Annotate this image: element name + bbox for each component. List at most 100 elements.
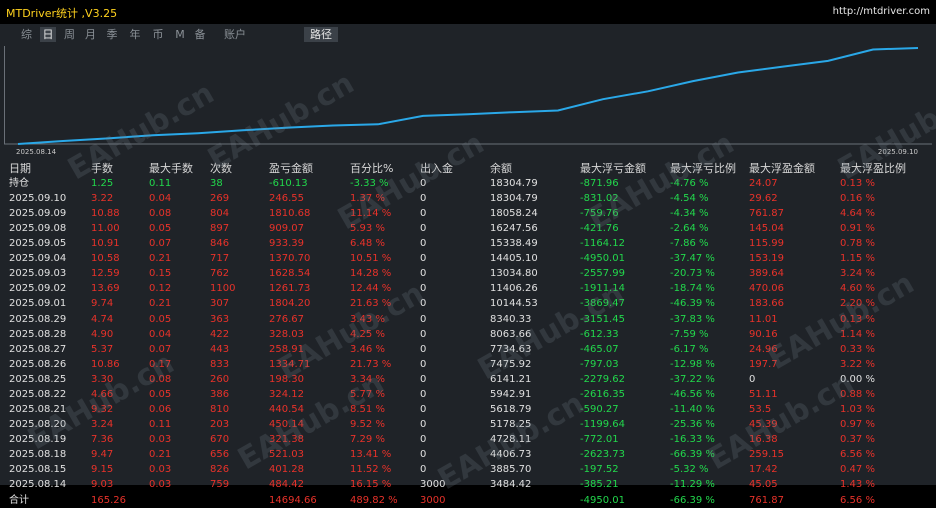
cell-max-float-loss: 最大浮亏金额 bbox=[580, 162, 646, 175]
cell-lots: 4.66 bbox=[91, 388, 114, 400]
cell-pct: 21.63 % bbox=[350, 298, 392, 310]
cell-max-lots: 0.03 bbox=[149, 434, 172, 446]
cell-balance: 6141.21 bbox=[490, 373, 532, 385]
cell-max-lots: 0.03 bbox=[149, 464, 172, 476]
cell-lots: 手数 bbox=[91, 162, 113, 175]
tab-10[interactable]: 路径 bbox=[304, 27, 338, 42]
table-row-total: 合计 165.26 14694.66 489.82 % 3000 -4950.01 -66.… bbox=[0, 493, 936, 508]
cell-cashflow: 0 bbox=[420, 223, 427, 235]
cell-lots: 9.74 bbox=[91, 298, 114, 310]
tab-6[interactable]: 币 bbox=[150, 27, 166, 42]
table-row: 2025.09.02 13.69 0.12 1100 1261.73 12.44 % 0 11… bbox=[0, 281, 936, 296]
table-row: 2025.09.05 10.91 0.07 846 933.39 6.48 % 0 15338… bbox=[0, 236, 936, 251]
table-row: 2025.08.19 7.36 0.03 670 321.38 7.29 % 0 4728.1… bbox=[0, 432, 936, 447]
cell-cashflow: 3000 bbox=[420, 495, 446, 506]
cell-max-float-loss: -3151.45 bbox=[580, 313, 625, 325]
cell-max-float-loss: -831.02 bbox=[580, 193, 619, 204]
cell-max-float-profit: 17.42 bbox=[749, 464, 778, 476]
cell-max-float-loss: -2557.99 bbox=[580, 268, 625, 280]
cell-lots: 13.69 bbox=[91, 283, 120, 295]
table-row: 2025.09.10 3.22 0.04 269 246.55 1.37 % 0 18304.… bbox=[0, 191, 936, 206]
table-row: 2025.08.15 9.15 0.03 826 401.28 11.52 % 0 3885.… bbox=[0, 462, 936, 477]
cell-balance: 3885.70 bbox=[490, 464, 532, 476]
cell-max-float-profit: 24.96 bbox=[749, 343, 778, 355]
cell-balance: 4728.11 bbox=[490, 434, 532, 446]
cell-pct: 4.25 % bbox=[350, 328, 385, 340]
cell-pnl: 258.91 bbox=[269, 343, 304, 355]
cell-trades: 670 bbox=[210, 434, 230, 446]
cell-max-float-loss: -421.76 bbox=[580, 223, 619, 235]
cell-trades: 38 bbox=[210, 178, 223, 189]
cell-date: 2025.08.21 bbox=[9, 403, 67, 415]
cell-max-float-profit-pct: 0.13 % bbox=[840, 313, 875, 325]
cell-pnl: 246.55 bbox=[269, 193, 304, 204]
cell-pct: 6.48 % bbox=[350, 238, 385, 250]
cell-max-lots: 0.06 bbox=[149, 403, 172, 415]
cell-date: 2025.08.19 bbox=[9, 434, 67, 446]
cell-pnl: 933.39 bbox=[269, 238, 304, 250]
cell-max-float-profit-pct: 0.13 % bbox=[840, 178, 875, 189]
tab-3[interactable]: 月 bbox=[83, 27, 98, 42]
cell-max-float-profit-pct: 1.03 % bbox=[840, 403, 875, 415]
cell-max-float-profit-pct: 0.00 % bbox=[840, 373, 875, 385]
cell-max-float-loss-pct: -5.32 % bbox=[670, 464, 709, 476]
cell-balance: 13034.80 bbox=[490, 268, 538, 280]
cell-trades: 260 bbox=[210, 373, 230, 385]
cell-pnl: -610.13 bbox=[269, 178, 308, 189]
cell-max-float-loss-pct: -7.86 % bbox=[670, 238, 709, 250]
cell-pct: 3.46 % bbox=[350, 343, 385, 355]
cell-balance: 16247.56 bbox=[490, 223, 538, 235]
table-row: 2025.08.18 9.47 0.21 656 521.03 13.41 % 0 4406.… bbox=[0, 447, 936, 462]
tab-5[interactable]: 年 bbox=[127, 27, 143, 42]
tab-0[interactable]: 综 bbox=[19, 27, 34, 42]
cell-max-float-profit: 761.87 bbox=[749, 208, 784, 220]
tab-1[interactable]: 日 bbox=[40, 27, 56, 42]
cell-max-float-profit-pct: 2.20 % bbox=[840, 298, 875, 310]
cell-max-float-loss-pct: -2.64 % bbox=[670, 223, 709, 235]
cell-pct: 3.34 % bbox=[350, 373, 385, 385]
cell-date: 2025.09.08 bbox=[9, 223, 67, 235]
cell-pnl: 1628.54 bbox=[269, 268, 311, 280]
cell-max-float-profit: 11.01 bbox=[749, 313, 778, 325]
cell-max-float-profit: 29.62 bbox=[749, 193, 778, 204]
cell-balance: 5618.79 bbox=[490, 403, 532, 415]
cell-max-float-loss: -465.07 bbox=[580, 343, 619, 355]
tab-7[interactable]: M bbox=[173, 27, 187, 42]
cell-trades: 1100 bbox=[210, 283, 236, 295]
cell-max-float-profit: 最大浮盈金额 bbox=[749, 162, 815, 175]
tab-4[interactable]: 季 bbox=[104, 27, 120, 42]
cell-max-lots: 0.12 bbox=[149, 283, 172, 295]
cell-date: 2025.08.28 bbox=[9, 328, 67, 340]
cell-balance: 11406.26 bbox=[490, 283, 538, 295]
cell-date: 日期 bbox=[9, 162, 31, 175]
cell-lots: 3.22 bbox=[91, 193, 114, 204]
cell-trades: 363 bbox=[210, 313, 230, 325]
cell-cashflow: 0 bbox=[420, 434, 427, 446]
tab-9[interactable]: 账户 bbox=[220, 27, 250, 42]
cell-cashflow: 0 bbox=[420, 268, 427, 280]
cell-cashflow: 0 bbox=[420, 328, 427, 340]
tab-2[interactable]: 周 bbox=[62, 27, 77, 42]
cell-date: 2025.09.10 bbox=[9, 193, 67, 204]
cell-pct: 7.29 % bbox=[350, 434, 385, 446]
cell-pnl: 1261.73 bbox=[269, 283, 311, 295]
cell-lots: 10.58 bbox=[91, 253, 120, 265]
cell-max-float-profit-pct: 1.15 % bbox=[840, 253, 875, 265]
cell-date: 2025.08.22 bbox=[9, 388, 67, 400]
cell-max-lots: 0.07 bbox=[149, 238, 172, 250]
app-url-link[interactable]: http://mtdriver.com bbox=[833, 6, 930, 17]
table-row: 2025.08.21 9.32 0.06 810 440.54 8.51 % 0 5618.7… bbox=[0, 402, 936, 417]
cell-max-float-loss: -590.27 bbox=[580, 403, 619, 415]
cell-balance: 15338.49 bbox=[490, 238, 538, 250]
tab-8[interactable]: 备 bbox=[192, 27, 208, 42]
table-row: 2025.09.03 12.59 0.15 762 1628.54 14.28 % 0 130… bbox=[0, 266, 936, 281]
cell-pnl: 1810.68 bbox=[269, 208, 311, 220]
cell-lots: 11.00 bbox=[91, 223, 120, 235]
title-bar: MTDriver统计 ,V3.25 http://mtdriver.com bbox=[0, 0, 936, 24]
cell-max-float-profit-pct: 0.78 % bbox=[840, 238, 875, 250]
cell-trades: 897 bbox=[210, 223, 230, 235]
cell-max-float-loss: -4950.01 bbox=[580, 253, 625, 265]
cell-max-float-loss-pct: -66.39 % bbox=[670, 449, 715, 461]
cell-lots: 4.90 bbox=[91, 328, 114, 340]
cell-date: 2025.09.05 bbox=[9, 238, 67, 250]
